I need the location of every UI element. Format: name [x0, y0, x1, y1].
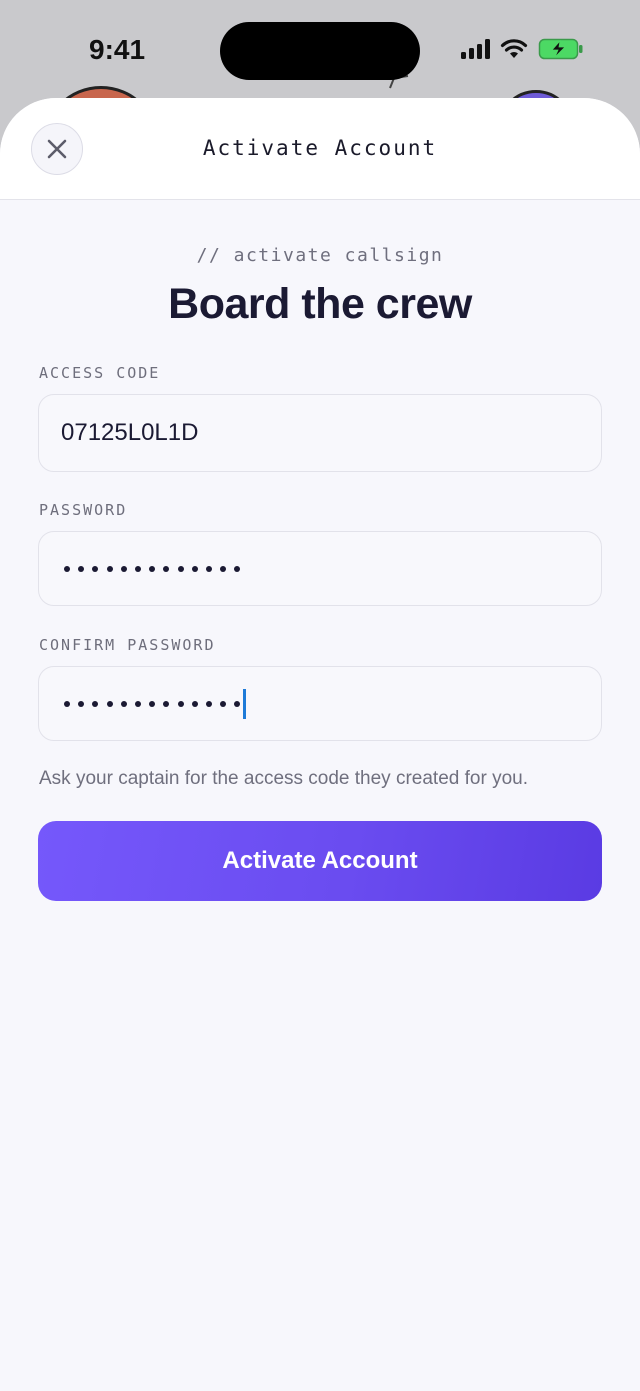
- password-dot: [191, 700, 198, 707]
- password-field[interactable]: [38, 531, 602, 606]
- activate-account-button[interactable]: Activate Account: [38, 821, 602, 901]
- password-dot: [177, 565, 184, 572]
- password-dot: [191, 565, 198, 572]
- confirm-password-field[interactable]: [38, 666, 602, 741]
- password-dot: [205, 700, 212, 707]
- password-dot: [120, 700, 127, 707]
- password-dot: [205, 565, 212, 572]
- sheet-title: Activate Account: [202, 136, 438, 160]
- password-dot: [177, 700, 184, 707]
- password-dot: [64, 565, 70, 572]
- password-dot: [120, 565, 127, 572]
- password-dot: [163, 700, 170, 707]
- password-dot: [234, 565, 241, 572]
- cellular-signal-icon: [461, 39, 490, 59]
- password-dot: [149, 700, 156, 707]
- password-dot: [106, 565, 113, 572]
- password-dot: [92, 565, 99, 572]
- password-mask: [61, 565, 241, 572]
- status-icons: [461, 38, 584, 60]
- helper-text: Ask your captain for the access code the…: [39, 768, 528, 789]
- status-bar: 9:41: [0, 0, 640, 100]
- access-code-input[interactable]: [61, 419, 601, 447]
- password-dot: [78, 700, 85, 707]
- password-dot: [163, 565, 170, 572]
- password-dot: [134, 700, 141, 707]
- confirm-password-mask: [61, 700, 241, 707]
- access-code-field[interactable]: [38, 394, 602, 472]
- password-dot: [92, 700, 99, 707]
- sheet-header: Activate Account: [0, 98, 640, 200]
- password-dot: [134, 565, 141, 572]
- confirm-password-label: CONFIRM PASSWORD: [39, 636, 216, 654]
- password-label: PASSWORD: [39, 501, 128, 519]
- password-dot: [64, 700, 70, 707]
- password-dot: [220, 700, 227, 707]
- access-code-label: ACCESS CODE: [39, 364, 161, 382]
- dynamic-island: [220, 22, 420, 80]
- password-dot: [234, 700, 241, 707]
- wifi-icon: [500, 39, 528, 58]
- password-dot: [149, 565, 156, 572]
- password-dot: [106, 700, 113, 707]
- status-time: 9:41: [89, 34, 146, 65]
- text-caret: [243, 688, 246, 719]
- password-dot: [78, 565, 85, 572]
- app-screen: 9:41 Activate Account // activate callsi…: [0, 0, 640, 1391]
- battery-charging-icon: [538, 38, 583, 60]
- page-title: Board the crew: [168, 280, 472, 328]
- eyebrow-text: // activate callsign: [196, 245, 444, 266]
- activate-account-sheet: Activate Account // activate callsign Bo…: [0, 98, 640, 1391]
- password-dot: [220, 565, 227, 572]
